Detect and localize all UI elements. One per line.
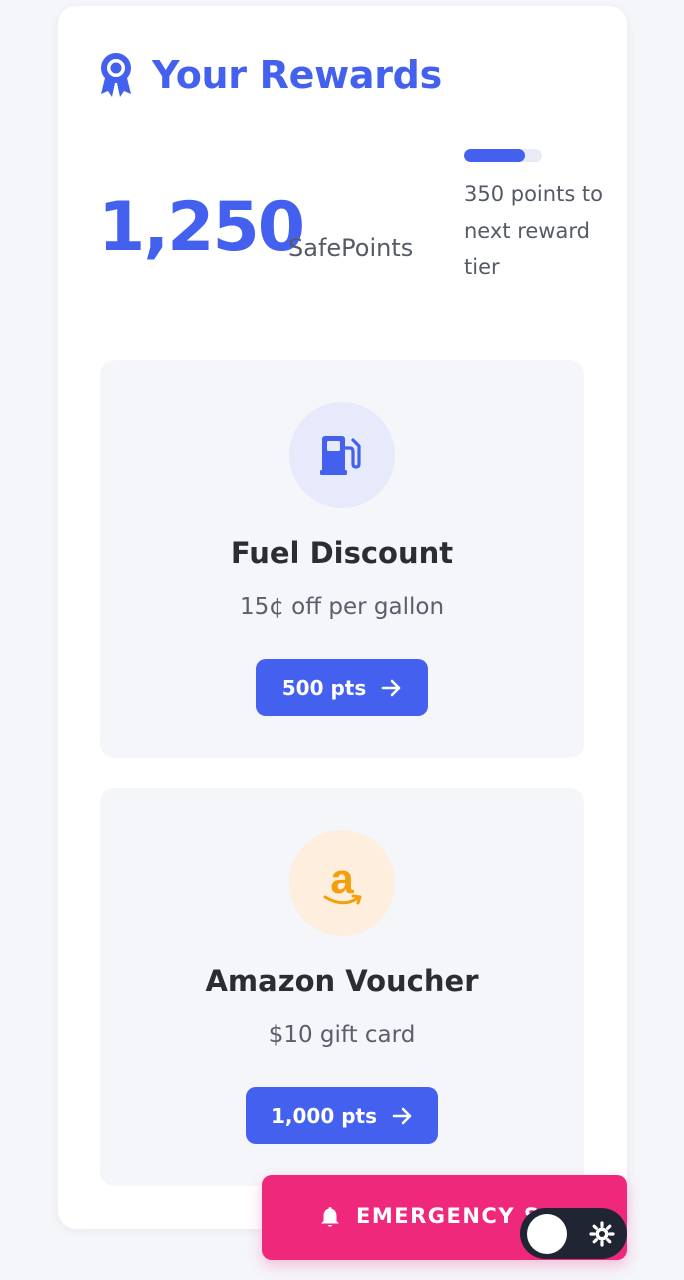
redeem-button-label: 500 pts xyxy=(281,675,367,700)
rewards-card: Your Rewards 1,250 SafePoints 350 points… xyxy=(58,6,627,1229)
points-summary: 1,250 SafePoints 350 points to next rewa… xyxy=(98,142,603,322)
reward-description: $10 gift card xyxy=(268,1022,416,1048)
tier-progress-fill xyxy=(464,149,525,162)
reward-icon-badge: a xyxy=(289,830,395,936)
sun-icon xyxy=(589,1221,615,1247)
arrow-right-icon xyxy=(381,679,401,696)
award-icon xyxy=(101,53,131,97)
reward-icon-badge xyxy=(289,402,395,508)
amazon-smile-icon xyxy=(323,894,362,905)
reward-card-fuel-discount: Fuel Discount 15¢ off per gallon 500 pts xyxy=(100,360,584,758)
next-tier-text: 350 points to next reward tier xyxy=(464,182,604,279)
bell-icon xyxy=(321,1207,339,1227)
arrow-right-icon xyxy=(392,1107,412,1124)
redeem-fuel-discount-button[interactable]: 500 pts xyxy=(256,659,428,716)
rewards-header: Your Rewards xyxy=(98,50,442,100)
reward-description: 15¢ off per gallon xyxy=(239,594,445,620)
points-balance: 1,250 xyxy=(98,188,305,267)
points-unit: SafePoints xyxy=(288,234,414,262)
gas-pump-icon xyxy=(320,436,361,475)
reward-name: Fuel Discount xyxy=(230,536,454,570)
tier-progress-bar xyxy=(464,149,542,162)
reward-name: Amazon Voucher xyxy=(205,964,479,998)
reward-card-amazon-voucher: a Amazon Voucher $10 gift card 1,000 pts xyxy=(100,788,584,1186)
emergency-label: EMERGENCY S xyxy=(356,1204,541,1228)
redeem-amazon-voucher-button[interactable]: 1,000 pts xyxy=(246,1087,438,1144)
page-title: Your Rewards xyxy=(152,53,442,97)
redeem-button-label: 1,000 pts xyxy=(270,1103,377,1128)
toggle-knob xyxy=(527,1214,567,1254)
theme-toggle[interactable] xyxy=(520,1208,627,1259)
